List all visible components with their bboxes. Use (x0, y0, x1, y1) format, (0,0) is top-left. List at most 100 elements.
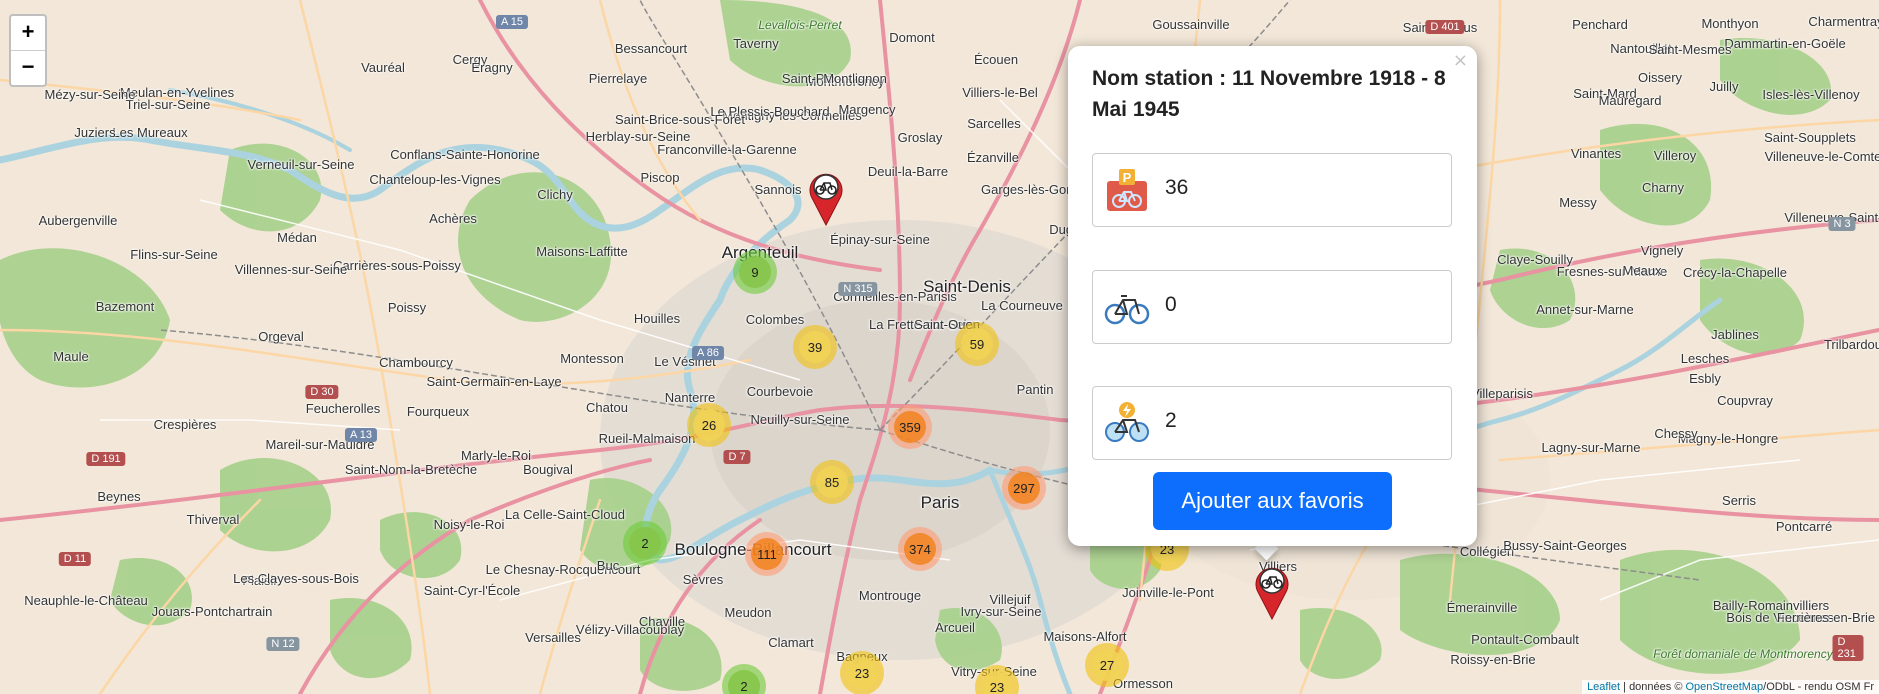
place-label: Crécy-la-Chapelle (1682, 265, 1788, 280)
place-label: Villiers-le-Bel (962, 85, 1038, 100)
cluster-count: 297 (1008, 472, 1040, 504)
place-label: Saint-Nom-la-Bretèche (344, 462, 478, 477)
map-canvas[interactable]: Saint-DenisParisArgenteuilBoulogne-Billa… (0, 0, 1879, 694)
road-shield: N 315 (838, 282, 878, 296)
place-label: Joinville-le-Pont (1122, 585, 1214, 600)
place-label: Clichy (537, 187, 573, 202)
place-label: Trilbardou (1823, 337, 1879, 352)
place-label: Franconville-la-Garenne (657, 142, 797, 157)
osm-link[interactable]: OpenStreetMap (1686, 681, 1764, 693)
place-label: Vauréal (361, 60, 405, 75)
station-cluster[interactable]: 297 (1002, 466, 1046, 510)
road-shield: D 231 (1832, 635, 1864, 661)
place-label: Chambourcy (379, 355, 453, 370)
place-label: Sannois (754, 182, 802, 197)
place-label: Domont (889, 30, 935, 45)
mechanical-bikes-box: 0 (1092, 270, 1452, 344)
place-label: Pontault-Combault (1471, 632, 1579, 647)
place-label: Flins-sur-Seine (130, 247, 218, 262)
place-label: Neauphle-le-Château (24, 593, 148, 608)
place-label: Bessancourt (614, 41, 688, 56)
place-label: Bussy-Saint-Georges (1503, 538, 1627, 553)
road-shield: N 12 (266, 637, 300, 651)
place-label: Chessy (1654, 426, 1698, 441)
svg-text:P: P (1123, 170, 1132, 185)
place-label: Thiverval (186, 512, 240, 527)
place-label: Meaux (1622, 263, 1662, 278)
place-label: Buc (596, 558, 620, 573)
bike-station-marker[interactable] (808, 170, 844, 227)
place-label: Pierrelaye (588, 71, 648, 86)
parking-docks-icon: P (1107, 169, 1147, 211)
road-shield: A 15 (495, 15, 529, 29)
place-label: Beynes (97, 489, 141, 504)
road-shield: D 191 (86, 452, 126, 466)
road-shield: D 11 (58, 552, 92, 566)
place-label: Maule (53, 349, 89, 364)
road-shield: D 30 (305, 385, 339, 399)
station-cluster[interactable]: 27 (1085, 643, 1129, 687)
place-label: La Courneuve (981, 298, 1063, 313)
station-cluster[interactable]: 374 (898, 527, 942, 571)
place-label: Achères (429, 211, 477, 226)
attribution-text: | données © (1620, 681, 1686, 693)
zoom-out-button[interactable]: − (11, 50, 45, 85)
station-cluster[interactable]: 111 (745, 532, 789, 576)
station-cluster[interactable]: 26 (687, 403, 731, 447)
place-label: Mauregard (1598, 93, 1662, 108)
place-label: Les Mureaux (112, 125, 188, 140)
road-shield: A 13 (344, 428, 378, 442)
station-cluster[interactable]: 85 (810, 460, 854, 504)
place-label: Marly-le-Roi (460, 448, 532, 463)
place-label: Penchard (1572, 17, 1628, 32)
place-label: Noisy-le-Roi (433, 517, 505, 532)
bike-marker-icon (809, 173, 843, 227)
place-label: Dammartin-en-Goële (1724, 36, 1846, 51)
electric-bike-icon (1105, 402, 1149, 442)
add-to-favorites-button[interactable]: Ajouter aux favoris (1153, 472, 1392, 530)
station-cluster[interactable]: 23 (840, 651, 884, 694)
zoom-in-button[interactable]: + (11, 16, 45, 50)
place-label: Bazemont (95, 299, 155, 314)
place-label: Messy (1559, 195, 1597, 210)
cluster-count: 26 (693, 409, 725, 441)
leaflet-link[interactable]: Leaflet (1587, 681, 1620, 693)
place-label: Ferrières-en-Brie (1776, 610, 1876, 625)
place-label: Margency (838, 102, 896, 117)
popup-close-button[interactable]: × (1453, 50, 1468, 71)
place-label: Mézy-sur-Seine (44, 87, 136, 102)
cluster-count: 39 (799, 331, 831, 363)
station-cluster[interactable]: 359 (888, 405, 932, 449)
station-cluster[interactable]: 39 (793, 325, 837, 369)
place-label: Saint-Mesmes (1648, 42, 1732, 57)
cluster-count: 59 (961, 328, 993, 360)
cluster-count: 23 (846, 657, 878, 689)
place-label: Saint-Cyr-l'École (423, 583, 521, 598)
place-label: Villeneuve-le-Comte (1764, 149, 1879, 164)
place-label: Colombes (745, 312, 805, 327)
place-label: La Celle-Saint-Cloud (505, 507, 625, 522)
place-label: Poissy (387, 300, 427, 315)
place-label: Arcueil (935, 620, 975, 635)
place-label: Crespières (153, 417, 217, 432)
place-label: Maisons-Laffitte (536, 244, 628, 259)
place-label: Écouen (973, 52, 1019, 67)
place-label: Ézanville (966, 150, 1020, 165)
electric-bikes-value: 2 (1165, 409, 1177, 432)
place-label: Chanteloup-les-Vignes (369, 172, 501, 187)
place-label: Annet-sur-Marne (1536, 302, 1634, 317)
place-label: Sarcelles (967, 116, 1021, 131)
station-cluster[interactable]: 2 (623, 521, 667, 565)
attribution-rest: /ODbL - rendu OSM Fr (1763, 681, 1874, 693)
place-label: Jablines (1711, 327, 1759, 342)
place-label: Goussainville (1152, 17, 1230, 32)
cluster-count: 27 (1091, 649, 1123, 681)
place-label: Médan (277, 230, 317, 245)
selected-station-marker[interactable] (1254, 564, 1290, 621)
place-label: Neuilly-sur-Seine (750, 412, 850, 427)
place-label: Taverny (733, 36, 779, 51)
place-label: Juziers (74, 125, 116, 140)
station-cluster[interactable]: 9 (733, 250, 777, 294)
station-cluster[interactable]: 59 (955, 322, 999, 366)
place-label: Houilles (633, 311, 681, 326)
